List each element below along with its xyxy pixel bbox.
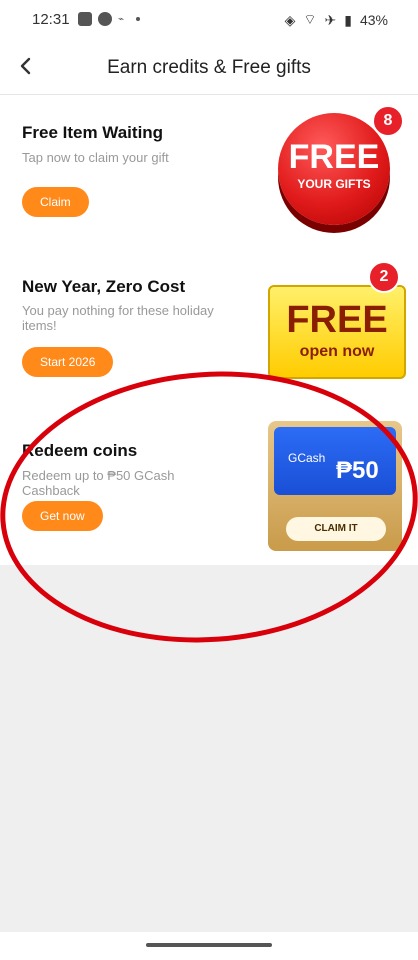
offer-title: New Year, Zero Cost [22, 277, 186, 296]
gcash-brand: GCash [288, 451, 326, 465]
network-icon: ⌁ [118, 13, 125, 25]
cashback-amount: ₱50 [336, 457, 379, 484]
app-notification-icon [78, 12, 92, 26]
claim-it-label: CLAIM IT [286, 517, 386, 541]
offer-subtitle: Tap now to claim your gift [22, 150, 169, 165]
offer-card-redeem-coins[interactable]: Redeem coins Redeem up to ₱50 GCash Cash… [0, 413, 418, 563]
offers-list: Free Item Waiting Tap now to claim your … [0, 95, 418, 565]
messenger-icon [98, 12, 112, 26]
free-text: FREE [286, 299, 388, 341]
red-button-graphic: FREE YOUR GIFTS [278, 113, 390, 225]
page-title: Earn credits & Free gifts [107, 57, 311, 78]
gcash-voucher-graphic: GCash ₱50 CLAIM IT [268, 421, 402, 551]
offer-title: Redeem coins [22, 441, 138, 460]
battery-percent: 43% [359, 12, 388, 28]
more-notifications-dot [136, 17, 141, 21]
offer-title: Free Item Waiting [22, 123, 164, 142]
notification-icons: ⌁ [78, 12, 141, 26]
free-open-now-image[interactable]: FREE open now 2 [268, 253, 406, 383]
free-sign-graphic: FREE open now [268, 285, 406, 379]
offer-subtitle: Redeem up to ₱50 GCash Cashback [22, 468, 175, 498]
open-now-text: open now [299, 343, 375, 360]
gesture-nav-bar [0, 932, 418, 960]
gcash-card: GCash ₱50 [274, 427, 396, 495]
gcash-voucher-image[interactable]: GCash ₱50 CLAIM IT [268, 401, 402, 551]
offer-card-new-year[interactable]: New Year, Zero Cost You pay nothing for … [0, 253, 418, 403]
vibrate-icon: ◈ [284, 11, 296, 28]
count-badge: 8 [372, 105, 404, 137]
count-badge: 2 [368, 261, 400, 293]
wifi-icon: ⌔ [303, 11, 317, 27]
top-app-bar: Earn credits & Free gifts [0, 40, 418, 95]
get-now-button[interactable]: Get now [22, 501, 103, 531]
gifts-text: YOUR GIFTS [297, 177, 371, 191]
free-text: FREE [288, 138, 380, 176]
clock: 12:31 [32, 11, 70, 28]
free-gifts-image[interactable]: FREE YOUR GIFTS 8 [268, 103, 404, 233]
claim-button[interactable]: Claim [22, 187, 89, 217]
home-indicator[interactable] [146, 943, 272, 947]
offer-card-free-item[interactable]: Free Item Waiting Tap now to claim your … [0, 95, 418, 245]
airplane-icon: ✈ [324, 11, 337, 28]
system-status: ◈ ⌔ ✈ ▮ 43% [285, 11, 388, 29]
status-bar: 12:31 ⌁ ◈ ⌔ ✈ ▮ 43% [0, 0, 418, 40]
start-2026-button[interactable]: Start 2026 [22, 347, 114, 377]
offer-subtitle: You pay nothing for these holiday items! [22, 303, 214, 333]
battery-icon: ▮ [344, 11, 352, 28]
